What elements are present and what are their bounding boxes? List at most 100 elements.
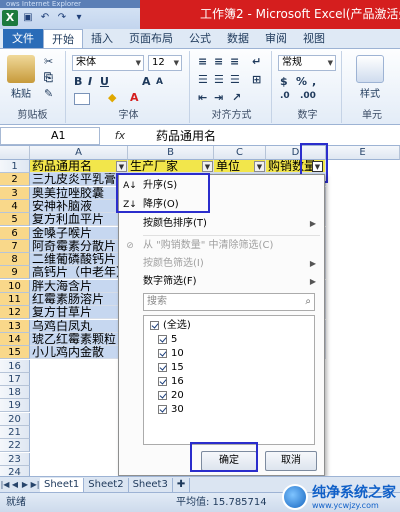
tab-data[interactable]: 数据	[219, 29, 257, 48]
table-cell-drug-name[interactable]: 胖大海含片	[30, 279, 128, 293]
decrease-indent-icon[interactable]: ⇤	[198, 91, 207, 104]
italic-button[interactable]: I	[88, 75, 92, 88]
font-size-combo[interactable]: 12 ▼	[148, 55, 182, 71]
filter-dropdown-icon[interactable]: ▼	[254, 161, 265, 172]
tab-page-layout[interactable]: 页面布局	[121, 29, 181, 48]
row-header[interactable]: 8	[0, 253, 30, 267]
filter-dropdown-icon[interactable]: ▼	[116, 161, 127, 172]
select-all-corner[interactable]	[0, 146, 30, 160]
row-header[interactable]: 21	[0, 426, 30, 439]
row-header[interactable]: 11	[0, 293, 30, 306]
filter-value-item[interactable]: 5	[158, 333, 177, 346]
increase-decimal-icon[interactable]: .0	[280, 91, 290, 101]
comma-button[interactable]: ,	[312, 75, 316, 88]
filter-value-item[interactable]: (全选)	[150, 319, 191, 332]
font-color-icon[interactable]: A	[130, 91, 139, 104]
tab-insert[interactable]: 插入	[83, 29, 121, 48]
checkbox-checked-icon[interactable]	[158, 377, 167, 386]
bold-button[interactable]: B	[74, 75, 82, 88]
filter-values-list[interactable]: (全选) 5 10 15 16 20 30	[143, 315, 315, 445]
filter-value-item[interactable]: 20	[158, 389, 184, 402]
currency-icon[interactable]: $	[280, 75, 288, 88]
menu-item-number-filter[interactable]: 数字筛选(F) ▶	[119, 273, 324, 291]
align-center-icon[interactable]: ☰	[214, 73, 224, 86]
column-header-a[interactable]: A	[30, 146, 128, 160]
column-header-c[interactable]: C	[214, 146, 266, 160]
table-cell-drug-name[interactable]: 二维葡磷酸钙片	[30, 253, 128, 267]
row-header[interactable]: 5	[0, 213, 30, 227]
table-cell-drug-name[interactable]: 高钙片（中老年）	[30, 266, 128, 280]
undo-icon[interactable]: ↶	[38, 11, 52, 25]
name-box[interactable]: A1	[0, 126, 100, 145]
grow-font-button[interactable]: A	[142, 75, 151, 88]
table-cell-drug-name[interactable]: 红霉素肠溶片	[30, 293, 128, 306]
table-cell-drug-name[interactable]: 安神补脑液	[30, 199, 128, 213]
table-cell-drug-name[interactable]: 乌鸡白凤丸	[30, 319, 128, 333]
checkbox-checked-icon[interactable]	[158, 335, 167, 344]
row-header[interactable]: 3	[0, 186, 30, 200]
row-header[interactable]: 23	[0, 452, 30, 466]
table-cell-drug-name[interactable]: 复方利血平片	[30, 213, 128, 227]
row-header[interactable]: 12	[0, 306, 30, 320]
filter-value-item[interactable]: 16	[158, 375, 184, 388]
row-header[interactable]: 15	[0, 346, 30, 360]
sheet-tab-3[interactable]: Sheet3	[129, 477, 173, 492]
sheet-tab-2[interactable]: Sheet2	[84, 477, 129, 492]
filter-dropdown-icon[interactable]: ▼	[202, 161, 213, 172]
percent-button[interactable]: %	[296, 75, 307, 88]
font-name-combo[interactable]: 宋体 ▼	[72, 55, 144, 71]
table-cell-drug-name[interactable]: 小儿鸡内金散	[30, 346, 128, 360]
filter-value-item[interactable]: 30	[158, 403, 184, 416]
borders-icon[interactable]	[74, 93, 90, 105]
shrink-font-button[interactable]: A	[156, 77, 163, 87]
row-header[interactable]: 13	[0, 319, 30, 333]
table-cell-drug-name[interactable]: 奥美拉唑胶囊	[30, 186, 128, 200]
save-icon[interactable]: ▣	[21, 11, 35, 25]
row-header[interactable]: 2	[0, 173, 30, 187]
decrease-decimal-icon[interactable]: .00	[300, 91, 316, 101]
checkbox-checked-icon[interactable]	[150, 321, 159, 330]
last-sheet-icon[interactable]: ▶|	[30, 480, 40, 489]
tab-review[interactable]: 审阅	[257, 29, 295, 48]
header-cell-drug-name[interactable]: 药品通用名	[30, 160, 128, 173]
table-cell-drug-name[interactable]: 阿奇霉素分散片	[30, 239, 128, 253]
number-format-combo[interactable]: 常规 ▼	[278, 55, 336, 71]
table-cell-drug-name[interactable]: 三九皮炎平乳膏	[30, 173, 128, 187]
row-header[interactable]: 10	[0, 279, 30, 293]
menu-item-sort-by-color[interactable]: 按颜色排序(T) ▶	[119, 215, 324, 233]
insert-sheet-icon[interactable]: ✚	[173, 477, 191, 492]
row-header[interactable]: 6	[0, 226, 30, 240]
copy-icon[interactable]: ⎘	[44, 71, 53, 85]
align-middle-icon[interactable]: ≡	[214, 55, 223, 68]
next-sheet-icon[interactable]: ▶	[20, 480, 30, 489]
table-cell-drug-name[interactable]: 复方甘草片	[30, 306, 128, 320]
cut-icon[interactable]: ✂	[44, 55, 53, 68]
row-header[interactable]: 16	[0, 359, 30, 373]
orientation-icon[interactable]: ↗	[232, 91, 241, 104]
wrap-text-icon[interactable]: ↵	[252, 55, 261, 68]
fill-color-icon[interactable]: ◆	[108, 91, 116, 104]
row-header[interactable]: 14	[0, 332, 30, 346]
first-sheet-icon[interactable]: |◀	[0, 480, 10, 489]
tab-formulas[interactable]: 公式	[181, 29, 219, 48]
tab-view[interactable]: 视图	[295, 29, 333, 48]
row-header[interactable]: 22	[0, 439, 30, 453]
prev-sheet-icon[interactable]: ◀	[10, 480, 20, 489]
row-header[interactable]: 7	[0, 239, 30, 253]
filter-value-item[interactable]: 10	[158, 347, 184, 360]
customize-qat-icon[interactable]: ▾	[72, 11, 86, 25]
table-cell-drug-name[interactable]: 琥乙红霉素颗粒	[30, 332, 128, 346]
table-cell-drug-name[interactable]: 金嗓子喉片	[30, 226, 128, 240]
row-header[interactable]: 4	[0, 199, 30, 213]
row-header[interactable]: 18	[0, 386, 30, 400]
cancel-button[interactable]: 取消	[265, 451, 317, 471]
underline-button[interactable]: U	[100, 75, 109, 88]
row-header[interactable]: 24	[0, 465, 30, 476]
filter-search-input[interactable]: 搜索 ⌕	[143, 293, 315, 311]
merge-center-icon[interactable]: ⊞	[252, 73, 261, 86]
checkbox-checked-icon[interactable]	[158, 363, 167, 372]
sheet-tab-1[interactable]: Sheet1	[40, 477, 85, 492]
formula-input[interactable]: 药品通用名	[140, 127, 400, 144]
align-bottom-icon[interactable]: ≡	[230, 55, 239, 68]
row-header[interactable]: 19	[0, 399, 30, 413]
